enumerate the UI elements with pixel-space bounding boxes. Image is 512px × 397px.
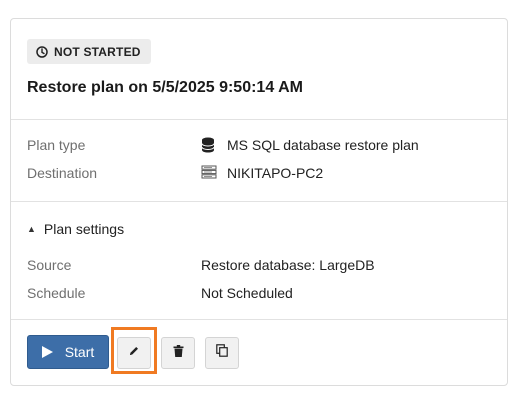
delete-button[interactable] <box>161 337 195 369</box>
caret-up-icon: ▲ <box>27 224 36 234</box>
clock-icon <box>36 45 48 58</box>
plan-settings-toggle[interactable]: ▲ Plan settings <box>27 221 124 237</box>
schedule-value: Not Scheduled <box>201 285 293 301</box>
play-icon <box>41 346 53 358</box>
status-label: NOT STARTED <box>54 44 141 59</box>
divider <box>11 201 507 202</box>
status-badge: NOT STARTED <box>27 39 151 64</box>
pencil-icon <box>128 344 140 362</box>
plan-type-value: MS SQL database restore plan <box>227 137 419 153</box>
plan-title: Restore plan on 5/5/2025 9:50:14 AM <box>27 79 303 96</box>
detail-row-destination: Destination NIKITAPO-PC2 <box>27 163 491 183</box>
copy-icon <box>216 344 228 362</box>
source-label: Source <box>27 257 72 273</box>
destination-value: NIKITAPO-PC2 <box>227 165 324 181</box>
settings-row-source: Source Restore database: LargeDB <box>27 255 491 275</box>
restore-plan-card: NOT STARTED Restore plan on 5/5/2025 9:5… <box>10 18 508 386</box>
edit-button[interactable] <box>117 337 151 369</box>
start-label: Start <box>64 344 95 360</box>
server-icon <box>201 165 217 181</box>
source-value: Restore database: LargeDB <box>201 257 375 273</box>
divider <box>11 319 507 320</box>
divider <box>11 119 507 120</box>
destination-label: Destination <box>27 165 98 181</box>
schedule-label: Schedule <box>27 285 86 301</box>
start-button[interactable]: Start <box>27 335 109 369</box>
plan-settings-label: Plan settings <box>43 221 125 237</box>
plan-type-label: Plan type <box>27 137 86 153</box>
settings-row-schedule: Schedule Not Scheduled <box>27 283 491 303</box>
copy-button[interactable] <box>205 337 239 369</box>
database-icon <box>201 137 217 153</box>
trash-icon <box>173 344 184 362</box>
detail-row-plan-type: Plan type MS SQL database restore plan <box>27 135 491 155</box>
